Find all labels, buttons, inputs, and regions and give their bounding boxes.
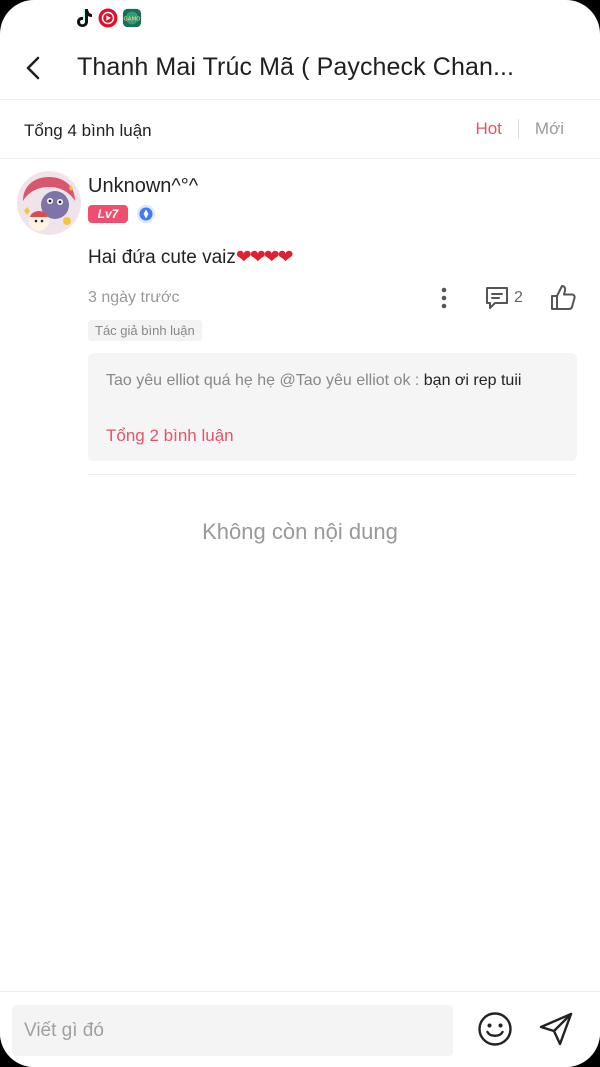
comment-input-bar	[0, 991, 600, 1067]
username[interactable]: Unknown^°^	[88, 175, 198, 198]
header: Thanh Mai Trúc Mã ( Paycheck Chan...	[0, 38, 600, 100]
thumbs-up-icon	[551, 285, 576, 310]
tab-hot[interactable]: Hot	[475, 119, 501, 139]
comment-body: Hai đứa cute vaiz	[88, 247, 236, 268]
comment-timestamp: 3 ngày trước	[88, 289, 180, 306]
author-tag: Tác giả bình luận	[88, 320, 202, 341]
reply-preview-text: Tao yêu elliot quá hẹ hẹ @Tao yêu elliot…	[106, 370, 559, 392]
replies-preview[interactable]: Tao yêu elliot quá hẹ hẹ @Tao yêu elliot…	[88, 353, 577, 461]
chevron-left-icon	[26, 56, 40, 80]
sort-tabs: Hot Mới	[475, 119, 564, 139]
youtube-music-icon	[98, 8, 118, 28]
smiley-icon	[478, 1012, 512, 1046]
comment-sort-bar: Tổng 4 bình luận Hot Mới	[0, 101, 600, 159]
comment-bubble-icon	[486, 287, 508, 309]
empty-state-text: Không còn nội dung	[202, 519, 398, 544]
more-options-button[interactable]	[432, 285, 456, 311]
like-button[interactable]	[548, 283, 578, 313]
divider	[88, 474, 577, 475]
tab-new[interactable]: Mới	[535, 119, 564, 139]
reply-count: 2	[514, 289, 523, 306]
comment-text: Hai đứa cute vaiz❤❤❤❤	[88, 246, 294, 269]
send-icon	[539, 1012, 573, 1046]
back-button[interactable]	[14, 48, 54, 88]
reply-preview-prefix: Tao yêu elliot quá hẹ hẹ @Tao yêu elliot…	[106, 372, 424, 389]
view-all-replies-link[interactable]: Tổng 2 bình luận	[106, 426, 234, 446]
verified-badge-icon	[136, 204, 156, 224]
reply-button[interactable]: 2	[484, 284, 523, 312]
more-vertical-icon	[441, 287, 447, 309]
heart-emojis: ❤❤❤❤	[235, 247, 294, 268]
level-badge: Lv7	[88, 205, 128, 223]
tiktok-icon	[74, 8, 94, 28]
game-icon-text: GAMO	[124, 16, 141, 22]
tab-divider	[517, 119, 519, 139]
comment-input[interactable]	[12, 1005, 453, 1056]
send-button[interactable]	[537, 1010, 575, 1048]
page-title: Thanh Mai Trúc Mã ( Paycheck Chan...	[77, 53, 515, 81]
status-bar: GAMO	[74, 6, 142, 30]
avatar[interactable]	[17, 171, 81, 235]
screen: GAMO Thanh Mai Trúc Mã ( Paycheck Chan..…	[0, 0, 600, 1067]
game-app-icon: GAMO	[122, 8, 142, 28]
total-comments-label: Tổng 4 bình luận	[24, 121, 152, 140]
reply-preview-body: bạn ơi rep tuii	[423, 372, 522, 389]
emoji-button[interactable]	[476, 1010, 514, 1048]
